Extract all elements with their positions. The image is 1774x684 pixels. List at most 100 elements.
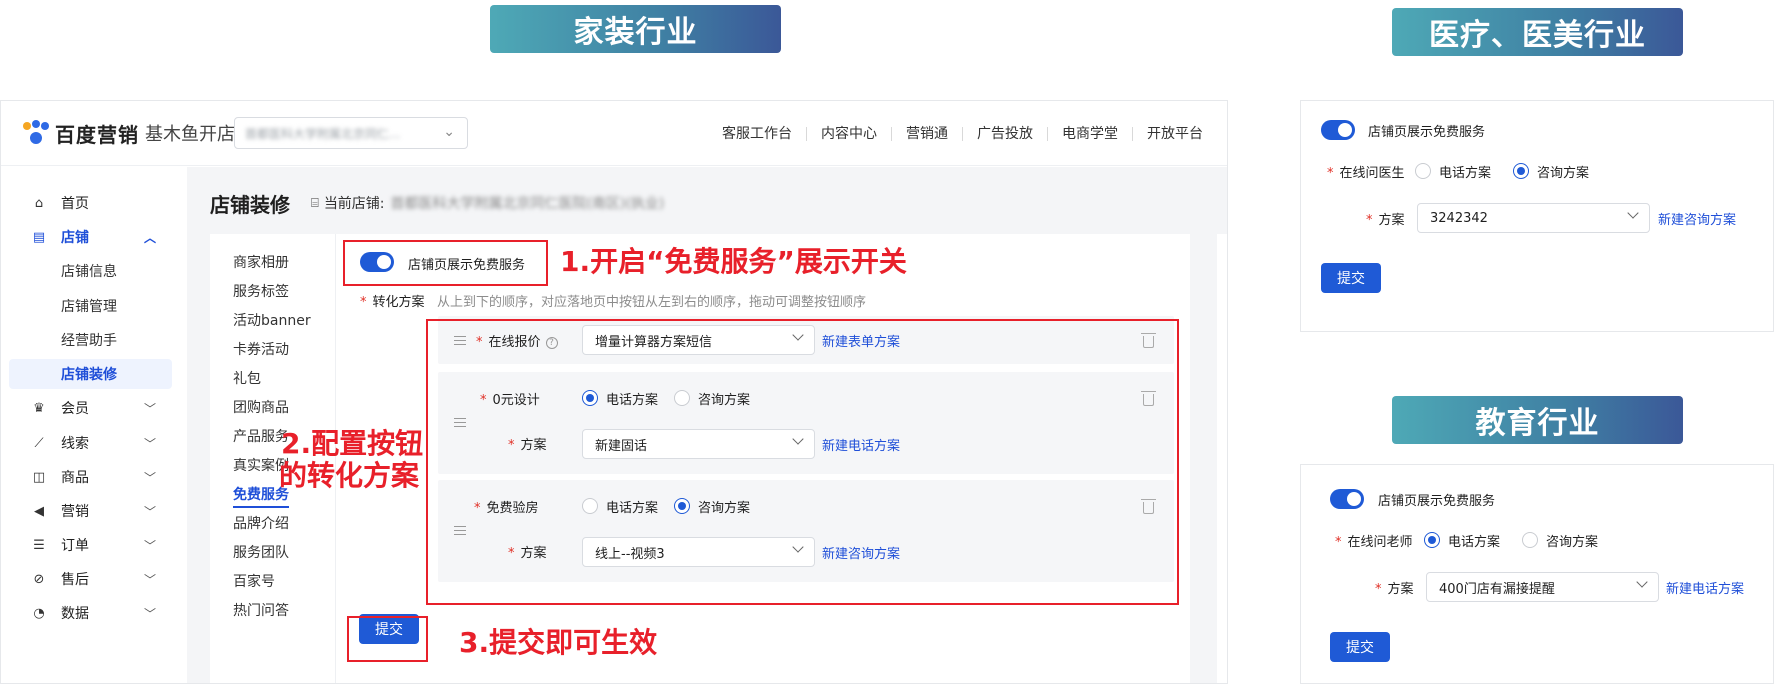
topnav-ecommerce-school[interactable]: 电商学堂 [1047, 126, 1132, 141]
sidebar-item-marketing[interactable]: ◀ 营销 ﹀ [9, 496, 172, 526]
sidebar-item-label: 店铺 [61, 230, 89, 246]
education-card: 店铺页展示免费服务 * 在线问老师 电话方案 咨询方案 * 方案 400门店有漏接提… [1300, 464, 1774, 684]
topnav-ads[interactable]: 广告投放 [962, 126, 1047, 141]
topnav-customer-service[interactable]: 客服工作台 [708, 127, 806, 141]
conversion-label: * 转化方案 [360, 295, 425, 310]
medical-submit-button[interactable]: 提交 [1321, 263, 1381, 293]
sidebar-sub-assistant[interactable]: 经营助手 [9, 325, 172, 355]
chart-icon: ⟋ [34, 435, 44, 451]
sidebar-sub-store-manage[interactable]: 店铺管理 [9, 291, 172, 321]
select-value: 3242342 [1430, 210, 1488, 226]
sidebar: ⌂ 首页 ▤ 店铺 ︿ 店铺信息 店铺管理 经营助手 店铺装修 ♛ 会员 ﹀ ⟋ 线索 … [1, 167, 187, 683]
sidebar-item-label: 首页 [61, 196, 89, 212]
sidebar-item-label: 订单 [61, 538, 89, 554]
chevron-up-icon: ︿ [143, 231, 156, 245]
annotation-step1: 1.开启“免费服务”展示开关 [560, 245, 907, 278]
education-field-label-text: 在线问老师 [1347, 535, 1413, 550]
education-radio-phone[interactable] [1424, 532, 1440, 548]
top-nav: 客服工作台 内容中心 营销通 广告投放 电商学堂 开放平台 [708, 101, 1217, 166]
brand-logo[interactable]: 百度营销 基木鱼开店 [23, 119, 235, 147]
education-toggle-label: 店铺页展示免费服务 [1378, 494, 1496, 509]
education-new-phone-link[interactable]: 新建电话方案 [1666, 578, 1744, 597]
subnav-service-tags[interactable]: 服务标签 [233, 281, 289, 301]
medical-radio-phone-label: 电话方案 [1439, 166, 1492, 181]
medical-radio-consult-label: 咨询方案 [1537, 166, 1590, 181]
topnav-marketing[interactable]: 营销通 [891, 126, 962, 141]
service-icon: ⊘ [33, 571, 45, 587]
medical-new-consult-link[interactable]: 新建咨询方案 [1658, 209, 1736, 228]
education-free-service-toggle[interactable] [1330, 489, 1364, 509]
crown-icon: ♛ [33, 400, 45, 416]
sidebar-item-label: 营销 [61, 504, 89, 520]
store-select[interactable]: 首都医科大学附属北京同仁... ⌄ [234, 117, 468, 149]
annotation-step2-line1: 2.配置按钮 [281, 427, 424, 460]
medical-plan-select[interactable]: 3242342 [1417, 203, 1650, 233]
sidebar-item-leads[interactable]: ⟋ 线索 ﹀ [9, 428, 172, 458]
medical-radio-phone[interactable] [1415, 163, 1431, 179]
education-submit-button[interactable]: 提交 [1330, 632, 1390, 662]
sidebar-item-home[interactable]: ⌂ 首页 [9, 188, 172, 218]
topnav-content-center[interactable]: 内容中心 [806, 126, 891, 141]
subnav-coupon[interactable]: 卡券活动 [233, 339, 289, 359]
subnav-baijiahao[interactable]: 百家号 [233, 571, 275, 591]
subnav-faq[interactable]: 热门问答 [233, 600, 289, 620]
sidebar-item-label: 售后 [61, 572, 89, 588]
subnav-brand-intro[interactable]: 品牌介绍 [233, 513, 289, 533]
education-radio-consult-label: 咨询方案 [1546, 535, 1599, 550]
subnav-group-buy[interactable]: 团购商品 [233, 397, 289, 417]
chevron-down-icon: ﹀ [143, 539, 156, 553]
store-select-value: 首都医科大学附属北京同仁... [245, 126, 401, 141]
banner-education-industry: 教育行业 [1392, 396, 1683, 444]
topnav-open-platform[interactable]: 开放平台 [1132, 126, 1217, 141]
order-icon: ☰ [33, 537, 45, 553]
subnav-gift[interactable]: 礼包 [233, 368, 261, 388]
highlight-toggle [343, 240, 548, 286]
medical-plan-label: * 方案 [1366, 213, 1405, 228]
store-icon: ▤ [32, 229, 46, 245]
sidebar-item-orders[interactable]: ☰ 订单 ﹀ [9, 530, 172, 560]
sidebar-item-label: 商品 [61, 470, 89, 486]
highlight-conversion [426, 319, 1179, 605]
chevron-down-icon: ﹀ [143, 505, 156, 519]
brand-name: 百度营销 [55, 122, 139, 147]
sidebar-item-label: 数据 [61, 606, 89, 622]
chevron-down-icon: ﹀ [143, 402, 156, 416]
page-title: 店铺装修 [210, 193, 290, 217]
store-icon: ⌸ [311, 195, 319, 211]
subnav-banner[interactable]: 活动banner [233, 310, 311, 330]
medical-radio-consult[interactable] [1513, 163, 1529, 179]
medical-toggle-label: 店铺页展示免费服务 [1368, 125, 1486, 140]
megaphone-icon: ◀ [34, 503, 44, 519]
sidebar-sub-store-info[interactable]: 店铺信息 [9, 256, 172, 286]
select-value: 400门店有漏接提醒 [1439, 581, 1555, 597]
conversion-label-text: 转化方案 [372, 295, 425, 310]
annotation-step3: 3.提交即可生效 [459, 626, 658, 659]
chevron-down-icon: ﹀ [143, 437, 156, 451]
education-radio-consult[interactable] [1522, 532, 1538, 548]
sidebar-sub-store-decoration[interactable]: 店铺装修 [9, 359, 172, 389]
education-plan-select[interactable]: 400门店有漏接提醒 [1426, 572, 1659, 602]
education-field-label: * 在线问老师 [1335, 535, 1413, 550]
pie-icon: ◔ [33, 605, 45, 621]
panel-edge [1217, 234, 1227, 683]
subnav-album[interactable]: 商家相册 [233, 252, 289, 272]
sidebar-item-label: 线索 [61, 436, 89, 452]
sidebar-item-aftersale[interactable]: ⊘ 售后 ﹀ [9, 564, 172, 594]
chevron-down-icon: ﹀ [143, 607, 156, 621]
bag-icon: ◫ [32, 469, 46, 485]
medical-free-service-toggle[interactable] [1321, 120, 1355, 140]
education-plan-label-text: 方案 [1387, 582, 1414, 597]
sidebar-item-store[interactable]: ▤ 店铺 ︿ [9, 222, 172, 252]
medical-plan-label-text: 方案 [1378, 213, 1405, 228]
home-icon: ⌂ [34, 195, 44, 211]
sidebar-item-data[interactable]: ◔ 数据 ﹀ [9, 598, 172, 628]
sidebar-item-member[interactable]: ♛ 会员 ﹀ [9, 393, 172, 423]
chevron-down-icon [1627, 207, 1639, 219]
sidebar-item-products[interactable]: ◫ 商品 ﹀ [9, 462, 172, 492]
banner-medical-industry: 医疗、医美行业 [1392, 8, 1683, 56]
subnav-service-team[interactable]: 服务团队 [233, 542, 289, 562]
medical-field-label-text: 在线问医生 [1339, 166, 1405, 181]
top-bar: 百度营销 基木鱼开店 首都医科大学附属北京同仁... ⌄ 客服工作台 内容中心 … [1, 101, 1227, 166]
medical-card: 店铺页展示免费服务 * 在线问医生 电话方案 咨询方案 * 方案 3242342 新… [1300, 100, 1774, 332]
current-store-label: 当前店铺: [323, 196, 385, 212]
